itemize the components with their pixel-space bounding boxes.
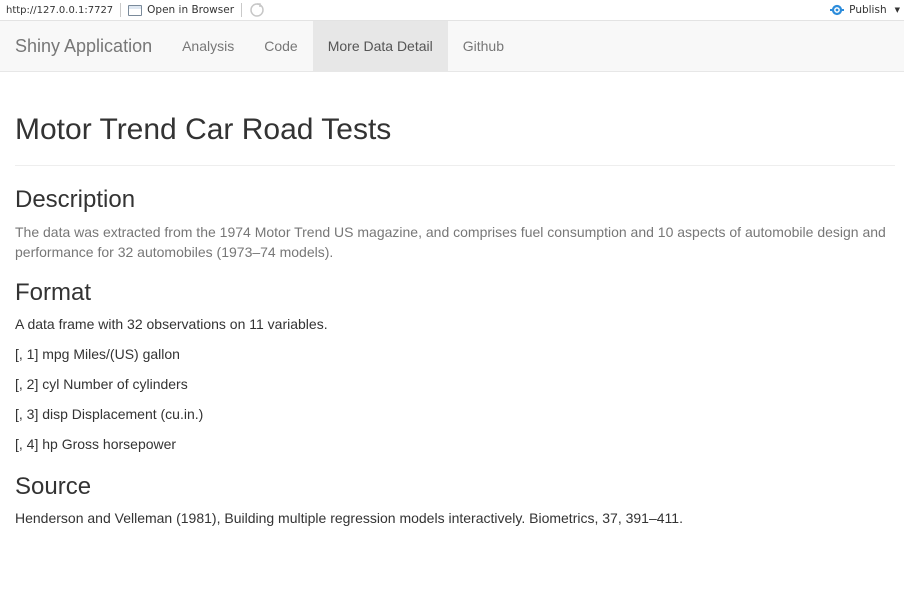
open-in-browser-button[interactable]: Open in Browser bbox=[128, 4, 234, 16]
publish-icon bbox=[829, 3, 845, 17]
navbar: Shiny Application Analysis Code More Dat… bbox=[0, 21, 904, 72]
variable-line: [, 3] disp Displacement (cu.in.) bbox=[15, 406, 204, 422]
format-intro: A data frame with 32 observations on 11 … bbox=[15, 316, 328, 332]
main-content: Motor Trend Car Road Tests Description T… bbox=[15, 72, 895, 528]
toolbar-divider bbox=[241, 3, 243, 17]
variable-line: [, 1] mpg Miles/(US) gallon bbox=[15, 346, 180, 362]
browser-window-icon bbox=[128, 4, 143, 16]
variable-line: [, 2] cyl Number of cylinders bbox=[15, 376, 188, 392]
tab-analysis[interactable]: Analysis bbox=[167, 21, 249, 71]
navbar-brand[interactable]: Shiny Application bbox=[0, 21, 167, 71]
source-text: Henderson and Velleman (1981), Building … bbox=[15, 510, 683, 526]
viewer-toolbar: http://127.0.0.1:7727 Open in Browser Pu… bbox=[0, 0, 904, 21]
publish-label: Publish bbox=[849, 4, 887, 16]
page-title: Motor Trend Car Road Tests bbox=[15, 113, 392, 146]
tab-code[interactable]: Code bbox=[249, 21, 312, 71]
toolbar-divider bbox=[120, 3, 122, 17]
tab-more-data-detail[interactable]: More Data Detail bbox=[312, 21, 448, 71]
variable-line: [, 4] hp Gross horsepower bbox=[15, 436, 177, 452]
viewer-url[interactable]: http://127.0.0.1:7727 bbox=[0, 5, 113, 16]
description-heading: Description bbox=[15, 186, 136, 213]
format-heading: Format bbox=[15, 279, 92, 306]
refresh-icon[interactable] bbox=[249, 2, 265, 18]
source-heading: Source bbox=[15, 473, 92, 500]
open-in-browser-label: Open in Browser bbox=[147, 4, 235, 16]
chevron-down-icon[interactable]: ▼ bbox=[895, 6, 900, 14]
description-text: The data was extracted from the 1974 Mot… bbox=[15, 224, 886, 260]
tab-github[interactable]: Github bbox=[448, 21, 519, 71]
title-divider bbox=[15, 165, 895, 166]
publish-button[interactable]: Publish ▼ bbox=[829, 3, 904, 17]
